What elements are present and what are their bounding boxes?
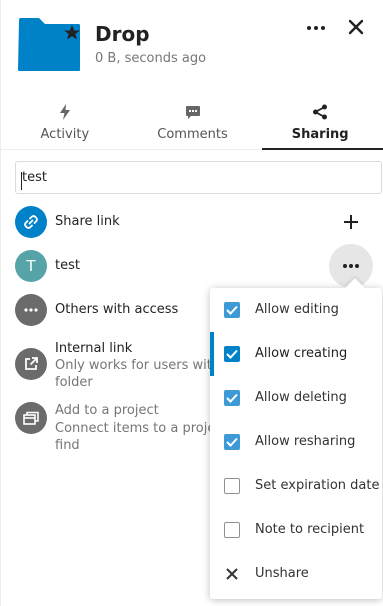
menu-item-unshare[interactable]: Unshare (210, 552, 382, 596)
menu-item-label: Allow creating (255, 346, 348, 361)
add-share-link-button[interactable] (339, 210, 363, 234)
menu-item-set-expiration-date[interactable]: Set expiration date (210, 464, 382, 508)
share-link-row: Share link (15, 206, 373, 238)
sidebar-tabs: Activity Comments Sharing (1, 100, 383, 150)
checkbox-unchecked[interactable] (224, 522, 240, 538)
text-caret (21, 172, 22, 190)
menu-item-label: Allow resharing (255, 434, 356, 449)
menu-item-label: Set expiration date (255, 478, 380, 493)
menu-item-allow-editing[interactable]: Allow editing (210, 288, 382, 332)
file-header: Drop 0 B, seconds ago (17, 14, 373, 74)
speech-bubble-icon (129, 104, 257, 124)
file-subtitle: 0 B, seconds ago (95, 51, 207, 66)
description-line: Only works for users with (55, 358, 221, 373)
share-user-name: test (55, 258, 80, 273)
tab-label: Activity (40, 127, 90, 142)
menu-item-label: Unshare (255, 566, 309, 581)
external-link-icon (25, 357, 38, 370)
others-with-access-label: Others with access (55, 302, 179, 317)
description-line: find (55, 438, 80, 453)
lightning-icon (1, 104, 129, 124)
file-title: Drop (95, 22, 150, 46)
others-avatar (15, 294, 47, 326)
tab-sharing[interactable]: Sharing (256, 100, 383, 150)
description-line: folder (55, 375, 93, 390)
tab-label: Sharing (291, 127, 349, 142)
description-line: Connect items to a project (55, 421, 228, 436)
checkmark-icon (226, 305, 238, 315)
close-icon (226, 568, 238, 580)
menu-item-allow-creating[interactable]: Allow creating (210, 332, 382, 376)
share-options-menu: Allow editing Allow creating Allow delet… (210, 288, 382, 599)
folder-icon (18, 18, 80, 71)
ellipsis-icon (24, 308, 38, 312)
menu-item-allow-deleting[interactable]: Allow deleting (210, 376, 382, 420)
share-link-label: Share link (55, 214, 120, 229)
menu-item-allow-resharing[interactable]: Allow resharing (210, 420, 382, 464)
menu-item-label: Allow editing (255, 302, 339, 317)
share-search-input[interactable] (15, 161, 382, 194)
tab-comments[interactable]: Comments (129, 100, 257, 149)
tab-label: Comments (157, 127, 228, 142)
share-entry-row: T test (15, 244, 373, 288)
checkbox-unchecked[interactable] (224, 478, 240, 494)
more-actions-button[interactable] (304, 18, 328, 38)
menu-item-note-to-recipient[interactable]: Note to recipient (210, 508, 382, 552)
checkbox-checked[interactable] (224, 390, 240, 406)
close-icon (348, 19, 364, 35)
checkbox-checked[interactable] (224, 302, 240, 318)
add-to-project-label: Add to a project (55, 403, 159, 418)
checkbox-checked[interactable] (224, 346, 240, 362)
internal-link-label: Internal link (55, 341, 133, 356)
ellipsis-icon (343, 264, 359, 268)
link-icon (24, 215, 38, 229)
internal-link-avatar (15, 348, 47, 380)
close-button[interactable] (345, 16, 367, 38)
menu-item-label: Note to recipient (255, 522, 365, 537)
checkmark-icon (226, 349, 238, 359)
avatar-initial: T (26, 257, 36, 275)
checkbox-checked[interactable] (224, 434, 240, 450)
avatar: T (15, 250, 47, 282)
project-description: Connect items to a project find (55, 420, 228, 454)
ellipsis-icon (307, 26, 325, 30)
project-icon (23, 411, 39, 425)
menu-item-label: Allow deleting (255, 390, 347, 405)
checkmark-icon (226, 437, 238, 447)
checkmark-icon (226, 393, 238, 403)
sidebar-panel: Drop 0 B, seconds ago Activity Comments (0, 0, 383, 606)
link-avatar (15, 206, 47, 238)
project-avatar (15, 402, 47, 434)
internal-link-description: Only works for users with folder (55, 357, 220, 391)
tab-activity[interactable]: Activity (1, 100, 129, 149)
share-icon (256, 104, 383, 124)
plus-icon (344, 215, 358, 229)
